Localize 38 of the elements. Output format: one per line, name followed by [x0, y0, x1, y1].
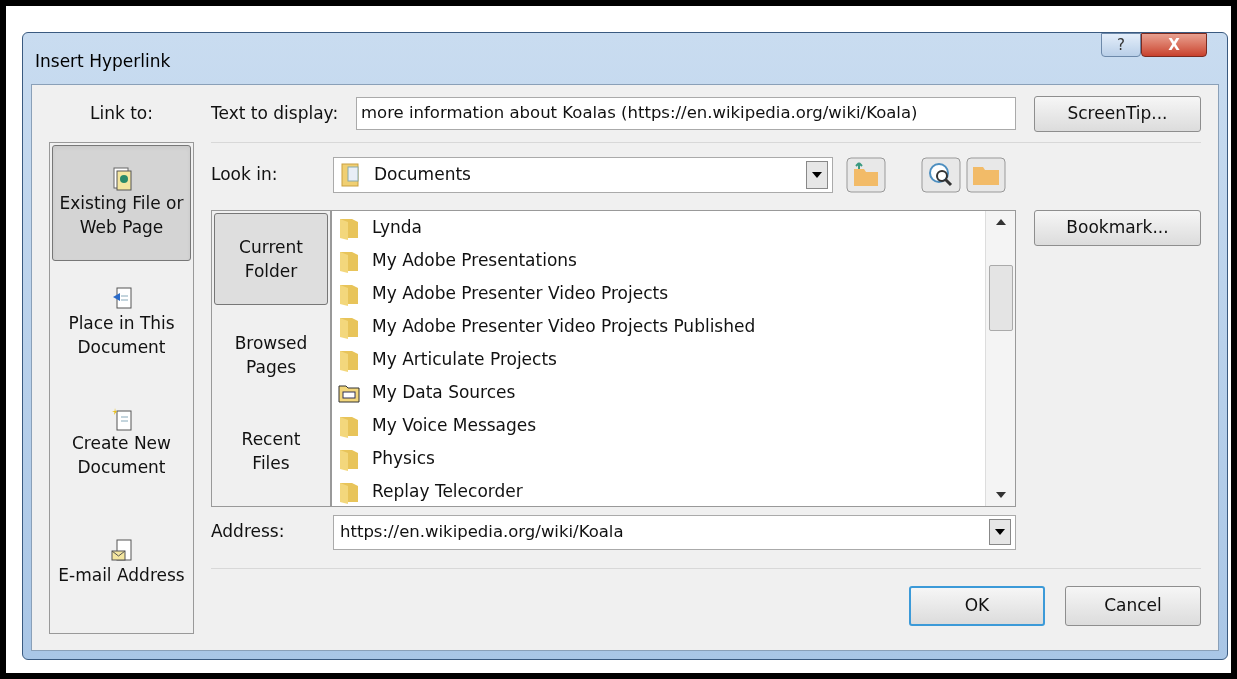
scrollbar-thumb[interactable] [988, 265, 1013, 331]
cancel-button[interactable]: Cancel [1065, 586, 1201, 626]
file-list-item[interactable]: My Adobe Presenter Video Projects Published [332, 310, 985, 343]
new-document-icon [110, 407, 133, 431]
address-label: Address: [211, 520, 286, 544]
document-icon [111, 167, 132, 191]
web-search-icon[interactable] [921, 157, 961, 193]
folder-icon [340, 162, 362, 188]
envelope-document-icon [110, 539, 133, 563]
file-list-item[interactable]: Lynda [332, 211, 985, 244]
ok-button[interactable]: OK [909, 586, 1045, 626]
file-list-item[interactable]: Physics [332, 442, 985, 475]
address-field[interactable]: https://en.wikipedia.org/wiki/Koala [333, 514, 1016, 550]
link-to-option[interactable]: E-mail Address [52, 505, 191, 621]
scrollbar[interactable] [985, 211, 1015, 506]
text-to-display-field[interactable]: more information about Koalas (https://en.wikipedia.org/wiki/Koala) [356, 97, 1016, 130]
link-to-option[interactable]: Create New Document [52, 385, 191, 501]
file-list-item[interactable]: Replay Telecorder [332, 475, 985, 506]
view-tab[interactable]: Current Folder [214, 213, 328, 305]
view-tab[interactable]: Recent Files [214, 405, 328, 497]
file-list-item[interactable]: My Articulate Projects [332, 343, 985, 376]
bookmark-button[interactable]: Bookmark... [1034, 210, 1201, 246]
file-list-item[interactable]: My Data Sources [332, 376, 985, 409]
file-list-item[interactable]: My Adobe Presentations [332, 244, 985, 277]
link-to-option[interactable]: Existing File or Web Page [52, 145, 191, 261]
link-to-option[interactable]: Place in This Document [52, 265, 191, 381]
look-in-label: Look in: [211, 163, 279, 187]
window-title: Insert Hyperlink [35, 50, 171, 73]
scroll-up-icon[interactable] [995, 219, 1006, 225]
look-in-dropdown[interactable]: Documents [333, 157, 833, 193]
scroll-down-icon[interactable] [995, 492, 1006, 498]
view-tab[interactable]: Browsed Pages [214, 309, 328, 401]
file-list-item[interactable]: My Adobe Presenter Video Projects [332, 277, 985, 310]
file-list-item[interactable]: My Voice Messages [332, 409, 985, 442]
help-button[interactable]: ? [1101, 33, 1141, 57]
screentip-button[interactable]: ScreenTip... [1034, 95, 1201, 132]
text-to-display-label: Text to display: [211, 101, 340, 125]
link-to-label: Link to: [90, 101, 153, 125]
